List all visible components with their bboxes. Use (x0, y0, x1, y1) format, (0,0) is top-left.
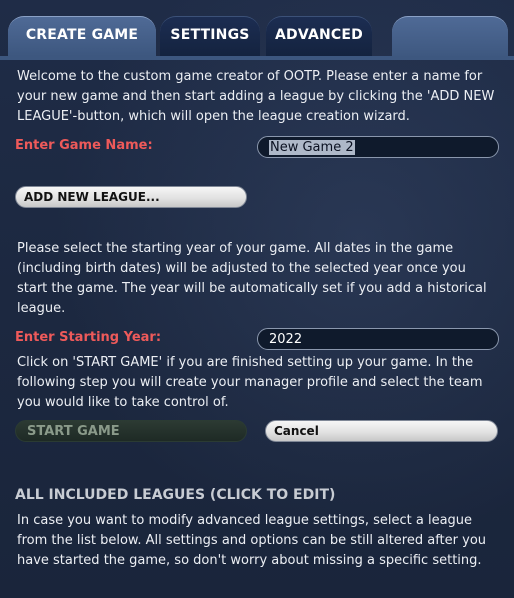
tab-settings-label: SETTINGS (170, 26, 250, 43)
tab-empty (392, 16, 508, 56)
tab-create-game-label: CREATE GAME (25, 26, 139, 43)
tab-create-game[interactable]: CREATE GAME (8, 16, 156, 56)
game-name-value: New Game 2 (269, 139, 355, 155)
cancel-button[interactable]: Cancel (265, 420, 498, 442)
cancel-label: Cancel (274, 424, 319, 438)
add-new-league-label: ADD NEW LEAGUE... (24, 190, 160, 204)
leagues-section-title[interactable]: ALL INCLUDED LEAGUES (CLICK TO EDIT) (15, 487, 335, 503)
start-game-button[interactable]: START GAME (15, 420, 247, 442)
add-new-league-button[interactable]: ADD NEW LEAGUE... (15, 186, 247, 208)
starting-year-input[interactable]: 2022 (257, 328, 499, 350)
tab-settings[interactable]: SETTINGS (160, 16, 260, 56)
tab-advanced-label: ADVANCED (275, 26, 363, 43)
start-game-label: START GAME (27, 423, 120, 439)
tab-advanced[interactable]: ADVANCED (266, 16, 372, 56)
tab-underline (0, 56, 514, 60)
game-name-input[interactable]: New Game 2 (257, 136, 499, 158)
starting-year-value: 2022 (269, 331, 303, 347)
start-game-description: Click on 'START GAME' if you are finishe… (17, 355, 483, 410)
tab-bar: CREATE GAME SETTINGS ADVANCED (0, 0, 514, 56)
intro-text: Welcome to the custom game creator of OO… (17, 69, 495, 124)
starting-year-description: Please select the starting year of your … (17, 241, 487, 316)
starting-year-label: Enter Starting Year: (15, 330, 162, 345)
game-name-label: Enter Game Name: (15, 138, 153, 153)
leagues-section-text: In case you want to modify advanced leag… (17, 513, 487, 568)
